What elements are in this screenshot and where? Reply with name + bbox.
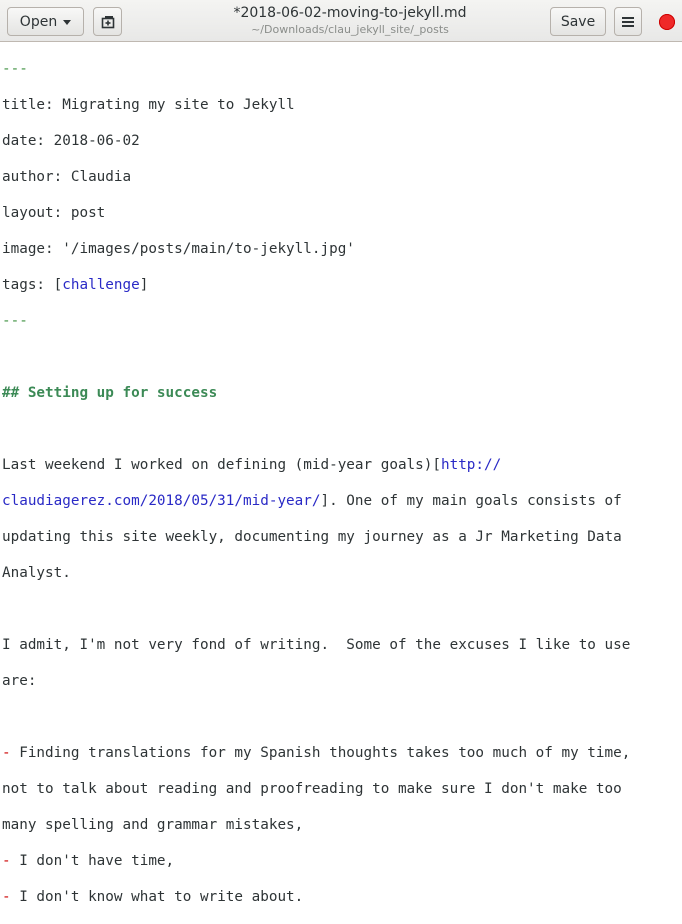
code-line: many spelling and grammar mistakes, bbox=[2, 817, 304, 833]
code-line: tags: [challenge] bbox=[2, 276, 682, 294]
code-line: Last weekend I worked on defining (mid-y… bbox=[2, 456, 682, 474]
frontmatter-delimiter: --- bbox=[2, 313, 28, 329]
code-line: layout: post bbox=[2, 205, 106, 221]
code-line: claudiagerez.com/2018/05/31/mid-year/]. … bbox=[2, 492, 682, 510]
markdown-heading: ## Setting up for success bbox=[2, 385, 218, 401]
list-item-text: I don't have time, bbox=[10, 853, 175, 869]
chevron-down-icon bbox=[63, 20, 72, 25]
code-line: image: '/images/posts/main/to-jekyll.jpg… bbox=[2, 241, 355, 257]
list-marker: - bbox=[2, 745, 11, 761]
link-text: h bbox=[440, 457, 450, 473]
text-editor[interactable]: --- title: Migrating my site to Jekyll d… bbox=[2, 42, 682, 905]
tag-value: challenge bbox=[62, 277, 140, 293]
code-line: - Finding translations for my Spanish th… bbox=[2, 744, 682, 762]
code-line: title: Migrating my site to Jekyll bbox=[2, 97, 295, 113]
new-document-icon bbox=[101, 15, 114, 28]
code-line: not to talk about reading and proofreadi… bbox=[2, 781, 622, 797]
open-button[interactable]: Open bbox=[7, 7, 84, 36]
frontmatter-delimiter: --- bbox=[2, 61, 28, 77]
link-text: ttp:// bbox=[449, 457, 502, 473]
tags-suffix: ] bbox=[139, 277, 149, 293]
paragraph-text: ]. One of my main goals consists of bbox=[320, 493, 622, 509]
code-line: I admit, I'm not very fond of writing. S… bbox=[2, 637, 631, 653]
link-text: claudiagerez.com/2018/05/31/mid-year/ bbox=[2, 493, 321, 509]
list-item-text: Finding translations for my Spanish thou… bbox=[10, 745, 631, 761]
code-line: Analyst. bbox=[2, 565, 71, 581]
code-line: --- bbox=[2, 60, 682, 78]
menu-button[interactable] bbox=[614, 7, 642, 36]
window-title-area: *2018-06-02-moving-to-jekyll.md ~/Downlo… bbox=[180, 4, 520, 37]
save-button[interactable]: Save bbox=[550, 7, 606, 36]
code-line: are: bbox=[2, 673, 37, 689]
window-subtitle: ~/Downloads/clau_jekyll_site/_posts bbox=[251, 23, 449, 36]
window-title: *2018-06-02-moving-to-jekyll.md bbox=[233, 5, 467, 21]
list-marker: - bbox=[2, 853, 11, 869]
header-bar: Open *2018-06-02-moving-to-jekyll.md ~/D… bbox=[0, 0, 682, 42]
open-button-label: Open bbox=[19, 13, 58, 30]
tags-prefix: tags: [ bbox=[2, 277, 63, 293]
list-marker: - bbox=[2, 889, 11, 905]
code-line: ## Setting up for success bbox=[2, 384, 682, 402]
close-window-button[interactable] bbox=[659, 14, 675, 30]
paragraph-text: Last weekend I worked on defining (mid-y… bbox=[2, 457, 441, 473]
code-line: author: Claudia bbox=[2, 169, 132, 185]
code-line: --- bbox=[2, 312, 682, 330]
code-line: date: 2018-06-02 bbox=[2, 133, 140, 149]
hamburger-menu-icon bbox=[622, 16, 634, 27]
code-line: updating this site weekly, documenting m… bbox=[2, 529, 622, 545]
list-item-text: I don't know what to write about. bbox=[10, 889, 304, 905]
code-line: - I don't have time, bbox=[2, 852, 682, 870]
new-document-button[interactable] bbox=[93, 7, 122, 36]
code-line: - I don't know what to write about. bbox=[2, 888, 682, 906]
